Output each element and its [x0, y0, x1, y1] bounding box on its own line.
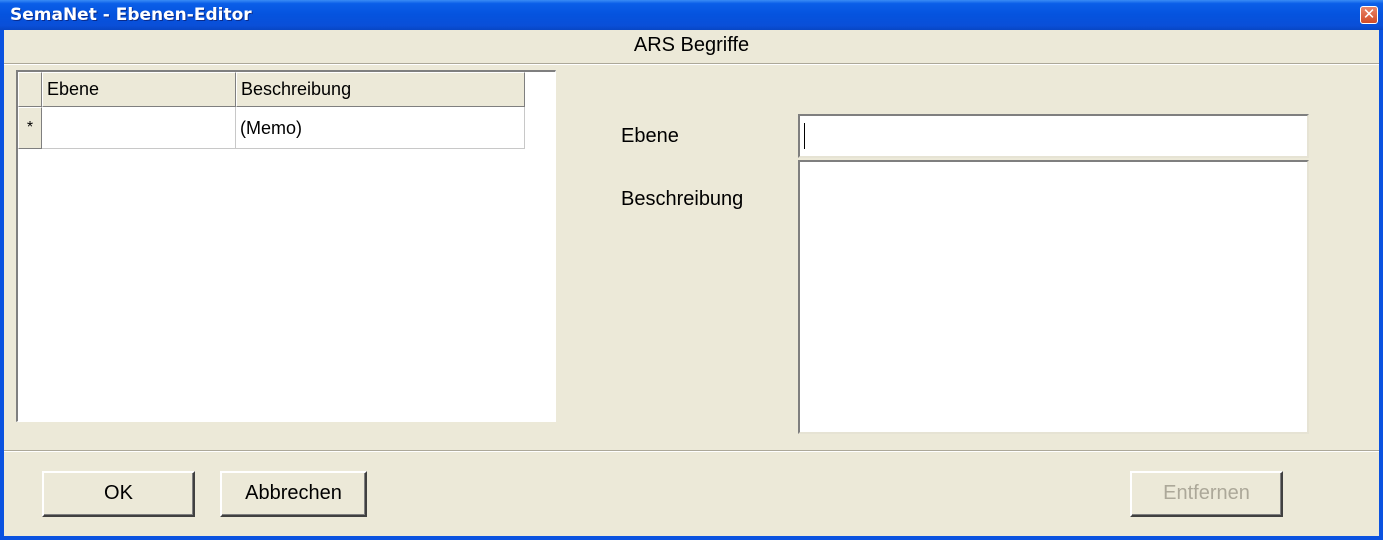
cancel-button[interactable]: Abbrechen — [220, 471, 367, 517]
column-header-beschreibung[interactable]: Beschreibung — [236, 72, 525, 107]
row-selector-new[interactable]: * — [18, 107, 42, 149]
ok-button[interactable]: OK — [42, 471, 195, 517]
grid-corner-header — [18, 72, 42, 107]
title-bar[interactable]: SemaNet - Ebenen-Editor ✕ — [0, 0, 1383, 30]
remove-button[interactable]: Entfernen — [1130, 471, 1283, 517]
close-icon[interactable]: ✕ — [1360, 6, 1378, 24]
cell-beschreibung-new[interactable]: (Memo) — [236, 107, 525, 149]
ebene-label: Ebene — [621, 125, 679, 147]
footer-divider — [4, 450, 1379, 452]
column-header-ebene[interactable]: Ebene — [42, 72, 236, 107]
section-header: ARS Begriffe — [633, 34, 750, 56]
cell-ebene-new[interactable] — [42, 107, 236, 149]
text-caret — [804, 123, 805, 149]
header-divider — [4, 63, 1379, 65]
client-area: ARS Begriffe Ebene Beschreibung * (Memo)… — [4, 30, 1379, 536]
beschreibung-label: Beschreibung — [621, 188, 744, 210]
beschreibung-textarea[interactable] — [798, 160, 1309, 434]
ebene-input[interactable] — [798, 114, 1309, 158]
window-title: SemaNet - Ebenen-Editor — [10, 5, 252, 25]
ebenen-grid[interactable]: Ebene Beschreibung * (Memo) — [16, 70, 556, 422]
editor-window: SemaNet - Ebenen-Editor ✕ ARS Begriffe E… — [0, 0, 1383, 540]
